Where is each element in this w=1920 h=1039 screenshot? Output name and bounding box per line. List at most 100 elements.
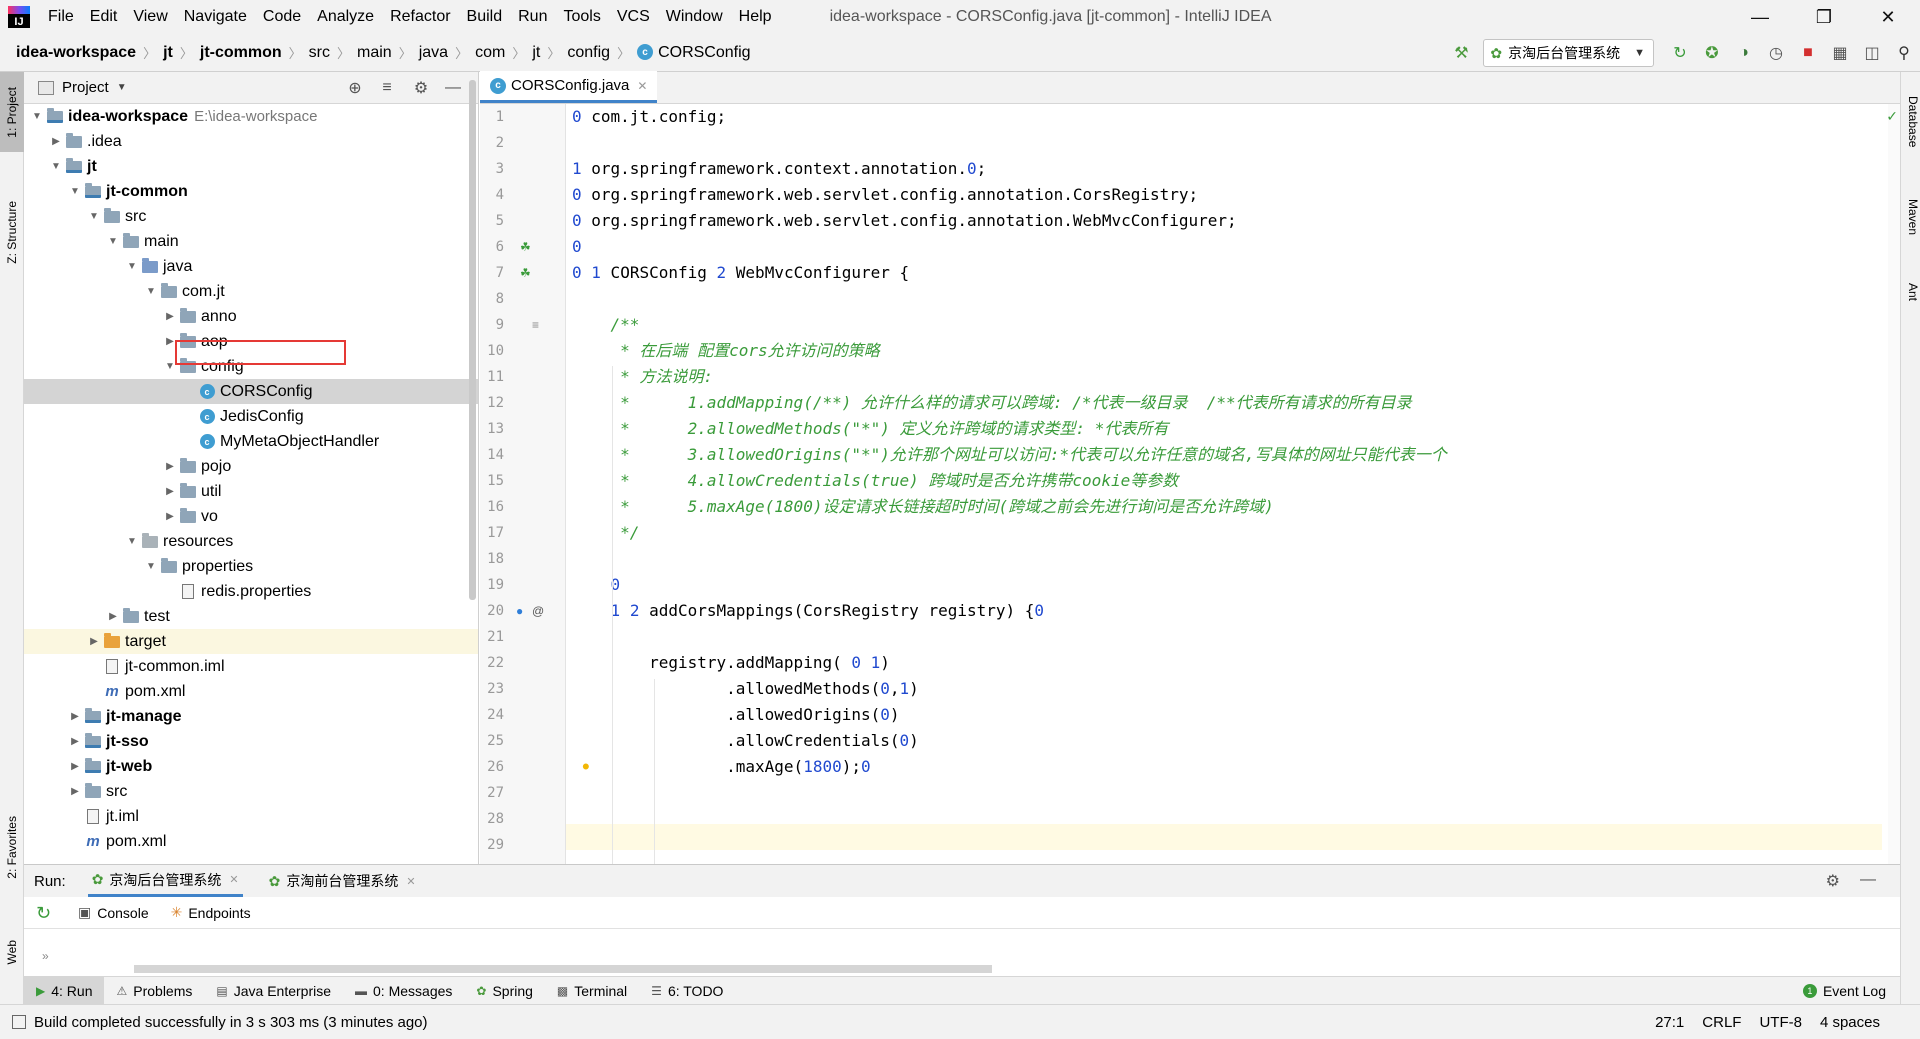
expand-right-icon[interactable]: ▶	[161, 511, 179, 522]
run-tab-backend[interactable]: ✿ 京淘后台管理系统 ✕	[88, 865, 243, 897]
expand-right-icon[interactable]: ▶	[161, 486, 179, 497]
project-view-title[interactable]: Project	[62, 79, 109, 96]
tree-item--idea[interactable]: ▶ .idea	[24, 129, 478, 154]
tool-messages[interactable]: ▬ 0: Messages	[343, 977, 464, 1005]
tree-item-main[interactable]: ▼ main	[24, 229, 478, 254]
locate-icon[interactable]: ⊕	[344, 78, 366, 98]
expand-down-icon[interactable]: ▼	[123, 536, 141, 547]
code-line[interactable]: 0	[572, 234, 582, 260]
tree-item-jt-sso[interactable]: ▶ jt-sso	[24, 729, 478, 754]
code-line[interactable]: 0 org.springframework.web.servlet.confi…	[572, 182, 1198, 208]
menu-tools[interactable]: Tools	[555, 8, 608, 26]
expand-down-icon[interactable]: ▼	[28, 111, 46, 122]
breadcrumb-item[interactable]: jt	[159, 44, 177, 62]
code-line[interactable]: 0 org.springframework.web.servlet.confi…	[572, 208, 1237, 234]
menu-help[interactable]: Help	[731, 8, 780, 26]
stop-icon[interactable]: ■	[1793, 38, 1823, 68]
status-message[interactable]: Build completed successfully in 3 s 303 …	[34, 1014, 428, 1031]
debug-icon[interactable]: ✪	[1697, 38, 1727, 68]
code-line[interactable]: * 2.allowedMethods("*") 定义允许跨域的请求类型: *代表…	[572, 416, 1168, 442]
close-tab-icon[interactable]: ✕	[406, 875, 415, 888]
expand-down-icon[interactable]: ▼	[85, 211, 103, 222]
expand-right-icon[interactable]: ▶	[66, 786, 84, 797]
run-configuration-select[interactable]: ✿ 京淘后台管理系统 ▼	[1483, 39, 1654, 67]
tool-java-enterprise[interactable]: ▤ Java Enterprise	[204, 977, 343, 1005]
code-line[interactable]: 0 com.jt.config;	[572, 104, 726, 130]
tree-item-src[interactable]: ▶ src	[24, 779, 478, 804]
code-line[interactable]: /**	[572, 312, 639, 338]
override-icon[interactable]: ●	[516, 604, 523, 618]
breadcrumb-item[interactable]: idea-workspace	[12, 44, 140, 62]
console-output[interactable]: »	[24, 929, 1900, 975]
tree-item-idea-workspace[interactable]: ▼ idea-workspace E:\idea-workspace	[24, 104, 478, 129]
code-line[interactable]: .allowedMethods(0,1)	[572, 676, 919, 702]
layout-icon[interactable]: ◫	[1857, 38, 1887, 68]
tool-tab-structure[interactable]: Z: Structure	[0, 172, 24, 292]
tree-item-redis-properties[interactable]: redis.properties	[24, 579, 478, 604]
tree-item-java[interactable]: ▼ java	[24, 254, 478, 279]
tree-item-pom-xml[interactable]: m pom.xml	[24, 829, 478, 854]
tree-item-corsconfig[interactable]: c CORSConfig	[24, 379, 478, 404]
tree-item-properties[interactable]: ▼ properties	[24, 554, 478, 579]
caret-position[interactable]: 27:1	[1655, 1014, 1684, 1031]
project-structure-icon[interactable]: ▦	[1825, 38, 1855, 68]
menu-run[interactable]: Run	[510, 8, 555, 26]
tree-item-src[interactable]: ▼ src	[24, 204, 478, 229]
tool-terminal[interactable]: ▩ Terminal	[545, 977, 639, 1005]
expand-down-icon[interactable]: ▼	[66, 186, 84, 197]
code-line[interactable]: * 5.maxAge(1800)设定请求长链接超时时间(跨域之前会先进行询问是否…	[572, 494, 1274, 520]
expand-down-icon[interactable]: ▼	[104, 236, 122, 247]
hammer-icon[interactable]: ⚒	[1446, 38, 1476, 68]
run-tab-frontend[interactable]: ✿ 京淘前台管理系统 ✕	[265, 865, 420, 897]
expand-right-icon[interactable]: ▶	[47, 136, 65, 147]
search-icon[interactable]: ⚲	[1889, 38, 1919, 68]
code-line[interactable]: * 4.allowCredentials(true) 跨域时是否允许携带cook…	[572, 468, 1178, 494]
tool-todo[interactable]: ☰ 6: TODO	[639, 977, 735, 1005]
tree-item-vo[interactable]: ▶ vo	[24, 504, 478, 529]
file-encoding[interactable]: UTF-8	[1759, 1014, 1802, 1031]
code-line[interactable]: * 在后端 配置cors允许访问的策略	[572, 338, 880, 364]
minimize-button[interactable]: —	[1728, 0, 1792, 34]
breadcrumb-item[interactable]: config	[563, 44, 614, 62]
tree-scrollbar[interactable]	[469, 80, 476, 600]
collapse-all-icon[interactable]: ≡	[376, 78, 398, 98]
subtab-endpoints[interactable]: ✳ Endpoints	[171, 904, 251, 921]
expand-right-icon[interactable]: ▶	[161, 461, 179, 472]
breadcrumb-item[interactable]: com	[471, 44, 509, 62]
gear-icon[interactable]: ⚙	[1826, 871, 1840, 891]
tool-tab-ant[interactable]: Ant	[1901, 267, 1920, 317]
menu-analyze[interactable]: Analyze	[309, 8, 382, 26]
expand-down-icon[interactable]: ▼	[142, 561, 160, 572]
expand-right-icon[interactable]: ▶	[104, 611, 122, 622]
menu-code[interactable]: Code	[255, 8, 309, 26]
tool-spring[interactable]: ✿ Spring	[464, 977, 545, 1005]
code-line[interactable]: 1 2 addCorsMappings(CorsRegistry regis…	[572, 598, 1044, 624]
tool-tab-database[interactable]: Database	[1901, 82, 1920, 162]
indent-setting[interactable]: 4 spaces	[1820, 1014, 1880, 1031]
tree-item-jt-web[interactable]: ▶ jt-web	[24, 754, 478, 779]
expand-right-icon[interactable]: ▶	[66, 761, 84, 772]
code-line[interactable]: registry.addMapping( 0 1)	[572, 650, 890, 676]
fold-doc-icon[interactable]: ≡	[532, 318, 539, 332]
rerun-icon[interactable]: ↻	[1665, 38, 1695, 68]
tree-item-jt-common-iml[interactable]: jt-common.iml	[24, 654, 478, 679]
code-line[interactable]: 1 org.springframework.context.annotatio…	[572, 156, 986, 182]
expand-icon[interactable]: »	[42, 949, 49, 963]
tool-tab-favorites[interactable]: 2: Favorites	[0, 792, 24, 902]
chevron-down-icon[interactable]: ▼	[117, 82, 127, 93]
tool-tab-project[interactable]: 1: Project	[0, 72, 24, 152]
expand-down-icon[interactable]: ▼	[123, 261, 141, 272]
expand-right-icon[interactable]: ▶	[161, 311, 179, 322]
code-line[interactable]: * 3.allowedOrigins("*")允许那个网址可以访问:*代表可以允…	[572, 442, 1447, 468]
code-line[interactable]: */	[572, 520, 639, 546]
tree-item-test[interactable]: ▶ test	[24, 604, 478, 629]
tree-item-jt-manage[interactable]: ▶ jt-manage	[24, 704, 478, 729]
menu-edit[interactable]: Edit	[82, 8, 126, 26]
coverage-icon[interactable]: ◑	[1729, 38, 1759, 68]
tree-item-anno[interactable]: ▶ anno	[24, 304, 478, 329]
menu-file[interactable]: File	[40, 8, 82, 26]
line-separator[interactable]: CRLF	[1702, 1014, 1741, 1031]
code-line[interactable]: .maxAge(1800);0	[572, 754, 871, 780]
tree-item-pom-xml[interactable]: m pom.xml	[24, 679, 478, 704]
menu-view[interactable]: View	[125, 8, 175, 26]
